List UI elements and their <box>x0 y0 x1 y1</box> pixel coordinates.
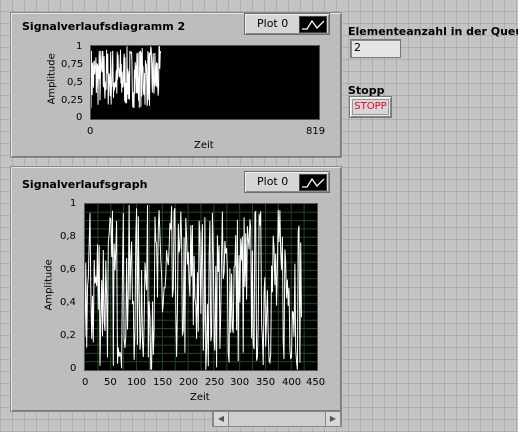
chart1-svg <box>90 45 162 109</box>
queue-count-indicator: 2 <box>350 39 401 58</box>
chart1-title: Signalverlaufsdiagramm 2 <box>22 20 186 33</box>
line-style-icon <box>299 16 327 33</box>
chart1-ytick: 0,25 <box>61 95 84 106</box>
chart1-ytick: 0,75 <box>61 59 84 70</box>
chart1-xtick: 819 <box>306 126 326 137</box>
chart2-xtick: 100 <box>127 377 147 388</box>
chart2-plot-area[interactable] <box>84 203 318 371</box>
chart1-ylabel: Amplitude <box>46 53 58 105</box>
chart2-ytick: 1 <box>70 198 77 209</box>
line-style-icon <box>299 174 327 191</box>
chart2-xtick: 350 <box>256 377 276 388</box>
series-line-plot-0 <box>90 45 162 109</box>
scroll-left-icon[interactable]: ◀ <box>213 411 229 427</box>
chart2-xlabel: Zeit <box>190 392 210 403</box>
scroll-right-icon[interactable]: ▶ <box>325 411 341 427</box>
horizontal-scrollbar[interactable]: ◀ ▶ <box>212 411 342 427</box>
chart2-ytick: 0,4 <box>60 297 76 308</box>
chart2-xtick: 250 <box>205 377 225 388</box>
chart2-xtick: 400 <box>282 377 302 388</box>
chart1-ytick: 1 <box>76 41 83 52</box>
chart1-ytick: 0,5 <box>67 77 83 88</box>
queue-count-label: Elementeanzahl in der Queue <box>348 25 518 38</box>
chart2-ytick: 0,2 <box>60 330 76 341</box>
chart2-xtick: 300 <box>230 377 250 388</box>
chart1-plot-area[interactable] <box>90 45 320 120</box>
chart1-ytick: 0 <box>76 112 83 123</box>
chart1-legend-label: Plot 0 <box>257 17 289 30</box>
stop-button[interactable]: STOPP <box>349 96 392 118</box>
chart2-legend-label: Plot 0 <box>257 175 289 188</box>
chart2-ytick: 0,8 <box>60 231 76 242</box>
chart2-ytick: 0 <box>70 363 77 374</box>
chart1-xlabel: Zeit <box>194 140 214 151</box>
chart2-xtick: 200 <box>179 377 199 388</box>
chart2-xtick: 50 <box>104 377 117 388</box>
chart1-xtick: 0 <box>87 126 94 137</box>
chart2-ylabel: Amplitude <box>43 259 55 311</box>
chart2-xtick: 150 <box>153 377 173 388</box>
chart2-xtick: 0 <box>82 377 89 388</box>
stop-button-label: STOPP <box>352 99 389 115</box>
chart1-plot-legend[interactable]: Plot 0 <box>244 13 330 35</box>
chart2-title: Signalverlaufsgraph <box>22 178 148 191</box>
chart2-plot-legend[interactable]: Plot 0 <box>244 171 330 193</box>
chart2-xtick: 450 <box>306 377 326 388</box>
chart2-svg <box>84 204 317 371</box>
chart2-ytick: 0,6 <box>60 264 76 275</box>
